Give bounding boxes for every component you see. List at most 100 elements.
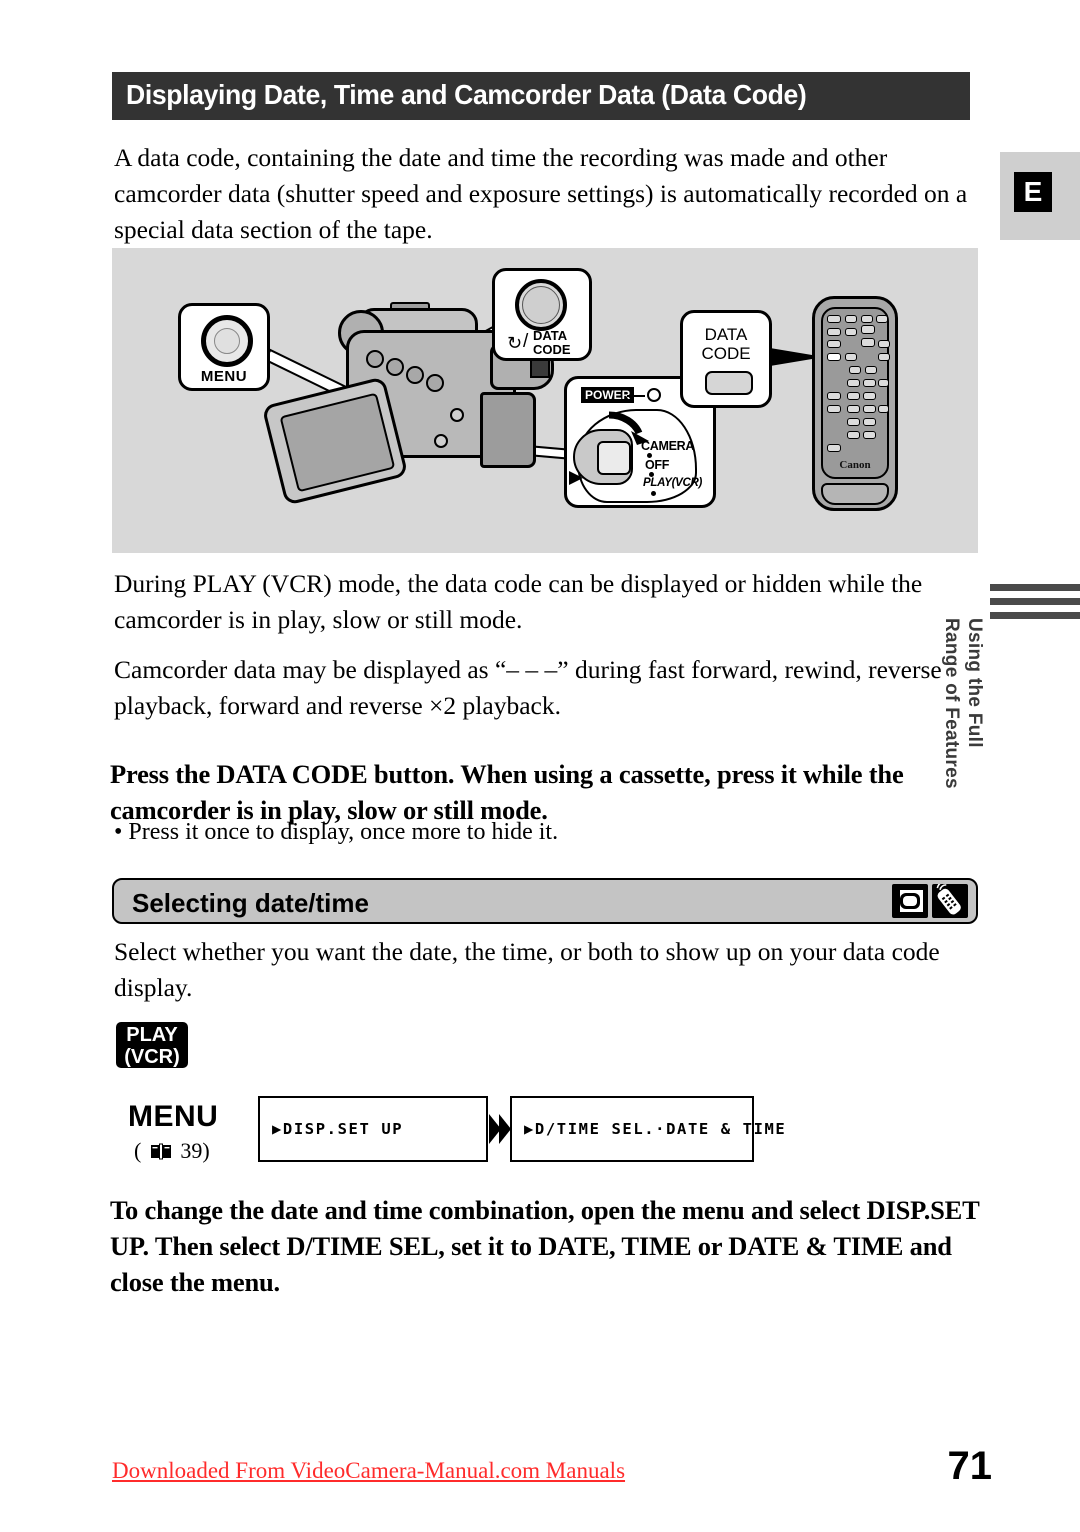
remote-button [863, 379, 876, 387]
self-timer-icon: ↻ [507, 333, 523, 354]
remote-data-code-label: DATA CODE [683, 325, 769, 363]
menu-page-reference: ( 39) [134, 1138, 210, 1164]
menu-screen-step1: ▶DISP.SET UP [258, 1096, 488, 1162]
press-data-code-bullet: • Press it once to display, once more to… [114, 819, 559, 845]
remote-data-code-button-shape [705, 371, 753, 395]
selecting-date-time-section-bar: Selecting date/time [112, 878, 978, 924]
dashes-paragraph: Camcorder data may be displayed as “– – … [114, 655, 942, 720]
flow-arrow-icon [489, 1114, 511, 1144]
remote-button [849, 366, 861, 374]
power-mode-play-vcr: PLAY(VCR) [643, 477, 703, 489]
play-vcr-mode-badge: PLAY (VCR) [116, 1022, 188, 1068]
menu-callout-label: MENU [200, 368, 248, 385]
menu-screen-step1-text: ▶DISP.SET UP [272, 1120, 404, 1138]
remote-button [863, 431, 876, 439]
remote-data-code-callout: DATA CODE [680, 310, 772, 408]
camcorder-top-button [386, 358, 404, 376]
remote-button [847, 431, 860, 439]
remote-button-area: Canon [821, 307, 890, 479]
remote-button [878, 379, 889, 387]
remote-button [878, 340, 890, 348]
remote-brand-label: Canon [839, 459, 871, 471]
remote-button [827, 328, 841, 336]
change-combination-instruction: To change the date and time combination,… [110, 1195, 980, 1297]
play-badge-line1: PLAY [126, 1024, 178, 1046]
side-marker-bar [990, 598, 1080, 605]
remote-button [863, 405, 876, 413]
language-tab: E [1014, 172, 1052, 212]
remote-data-code-line1: DATA [704, 325, 748, 344]
remote-button [878, 353, 890, 361]
remote-button [827, 340, 841, 348]
page-title: Displaying Date, Time and Camcorder Data… [126, 79, 807, 110]
menu-screen-step2-text: ▶D/TIME SEL.·DATE & TIME [524, 1120, 787, 1138]
remote-data-code-button [827, 353, 841, 361]
power-leader-line [627, 395, 645, 397]
remote-button [827, 405, 841, 413]
remote-button [827, 444, 841, 452]
remote-button [847, 418, 860, 426]
remote-button [876, 315, 888, 323]
data-code-callout-label: DATA CODE [533, 329, 571, 357]
remote-button [861, 315, 873, 323]
menu-screen-step2: ▶D/TIME SEL.·DATE & TIME [510, 1096, 785, 1162]
data-code-button-callout: ↻ / DATA CODE [492, 268, 592, 361]
lcd-panel [261, 376, 409, 506]
section-description: Select whether you want the date, the ti… [114, 937, 940, 1002]
section-icon-group [892, 884, 968, 918]
power-mode-dot [651, 491, 656, 496]
power-mode-camera: CAMERA [641, 439, 695, 453]
separator-slash: / [523, 331, 529, 352]
remote-data-code-line2: CODE [701, 344, 751, 363]
power-indicator-lamp [647, 388, 661, 402]
camcorder-top-button [366, 350, 384, 368]
battery-pack [480, 392, 536, 468]
data-code-label-line1: DATA [533, 328, 568, 343]
section-title: Selecting date/time [132, 888, 369, 918]
remote-button [847, 392, 860, 400]
dial-press-arrow-icon [569, 471, 583, 485]
page-title-banner: Displaying Date, Time and Camcorder Data… [112, 72, 970, 120]
remote-nav-down-button [861, 338, 875, 347]
camcorder-illustration: MENU ↻ / DATA CODE POWER CAMERA OFF PLAY… [112, 248, 978, 553]
remote-button [865, 366, 877, 374]
camcorder-top-button [406, 366, 424, 384]
data-code-button-on-camcorder [450, 408, 464, 422]
menu-button-callout: MENU [178, 303, 270, 391]
remote-button [845, 315, 857, 323]
footer-source-link[interactable]: Downloaded From VideoCamera-Manual.com M… [112, 1458, 625, 1484]
remote-nav-up-button [861, 325, 875, 334]
intro-paragraph: A data code, containing the date and tim… [114, 143, 968, 244]
lcd-screen [279, 392, 396, 493]
camcorder-icon [892, 884, 928, 918]
menu-button-on-camcorder [434, 434, 448, 448]
wireless-remote-icon [932, 884, 968, 918]
camcorder-top-button [426, 374, 444, 392]
page-ref-close-paren: ) [202, 1138, 210, 1163]
remote-button [863, 392, 876, 400]
remote-button [878, 405, 889, 413]
page-ref-number: 39 [180, 1138, 203, 1163]
side-marker-bar [990, 584, 1080, 591]
book-icon [150, 1143, 171, 1160]
data-code-label-line2: CODE [533, 342, 571, 357]
remote-button [845, 328, 857, 336]
wireless-remote-control: Canon [812, 296, 898, 511]
side-marker-bars [990, 584, 1080, 626]
power-mode-off: OFF [645, 458, 670, 472]
page-number: 71 [947, 1444, 993, 1488]
remote-button [863, 418, 876, 426]
remote-button [845, 353, 857, 361]
during-play-paragraph: During PLAY (VCR) mode, the data code ca… [114, 569, 923, 634]
menu-flow-label: MENU [128, 1100, 219, 1133]
remote-button [847, 379, 860, 387]
power-dial-knob-face [597, 441, 631, 475]
remote-lower-housing [821, 483, 889, 505]
play-badge-line2: (VCR) [124, 1046, 180, 1068]
menu-button-ring-inner [214, 328, 240, 354]
remote-button [847, 405, 860, 413]
data-code-button-ring-inner [522, 286, 560, 324]
remote-button [827, 315, 841, 323]
side-marker-bar [990, 612, 1080, 619]
remote-button [827, 392, 841, 400]
